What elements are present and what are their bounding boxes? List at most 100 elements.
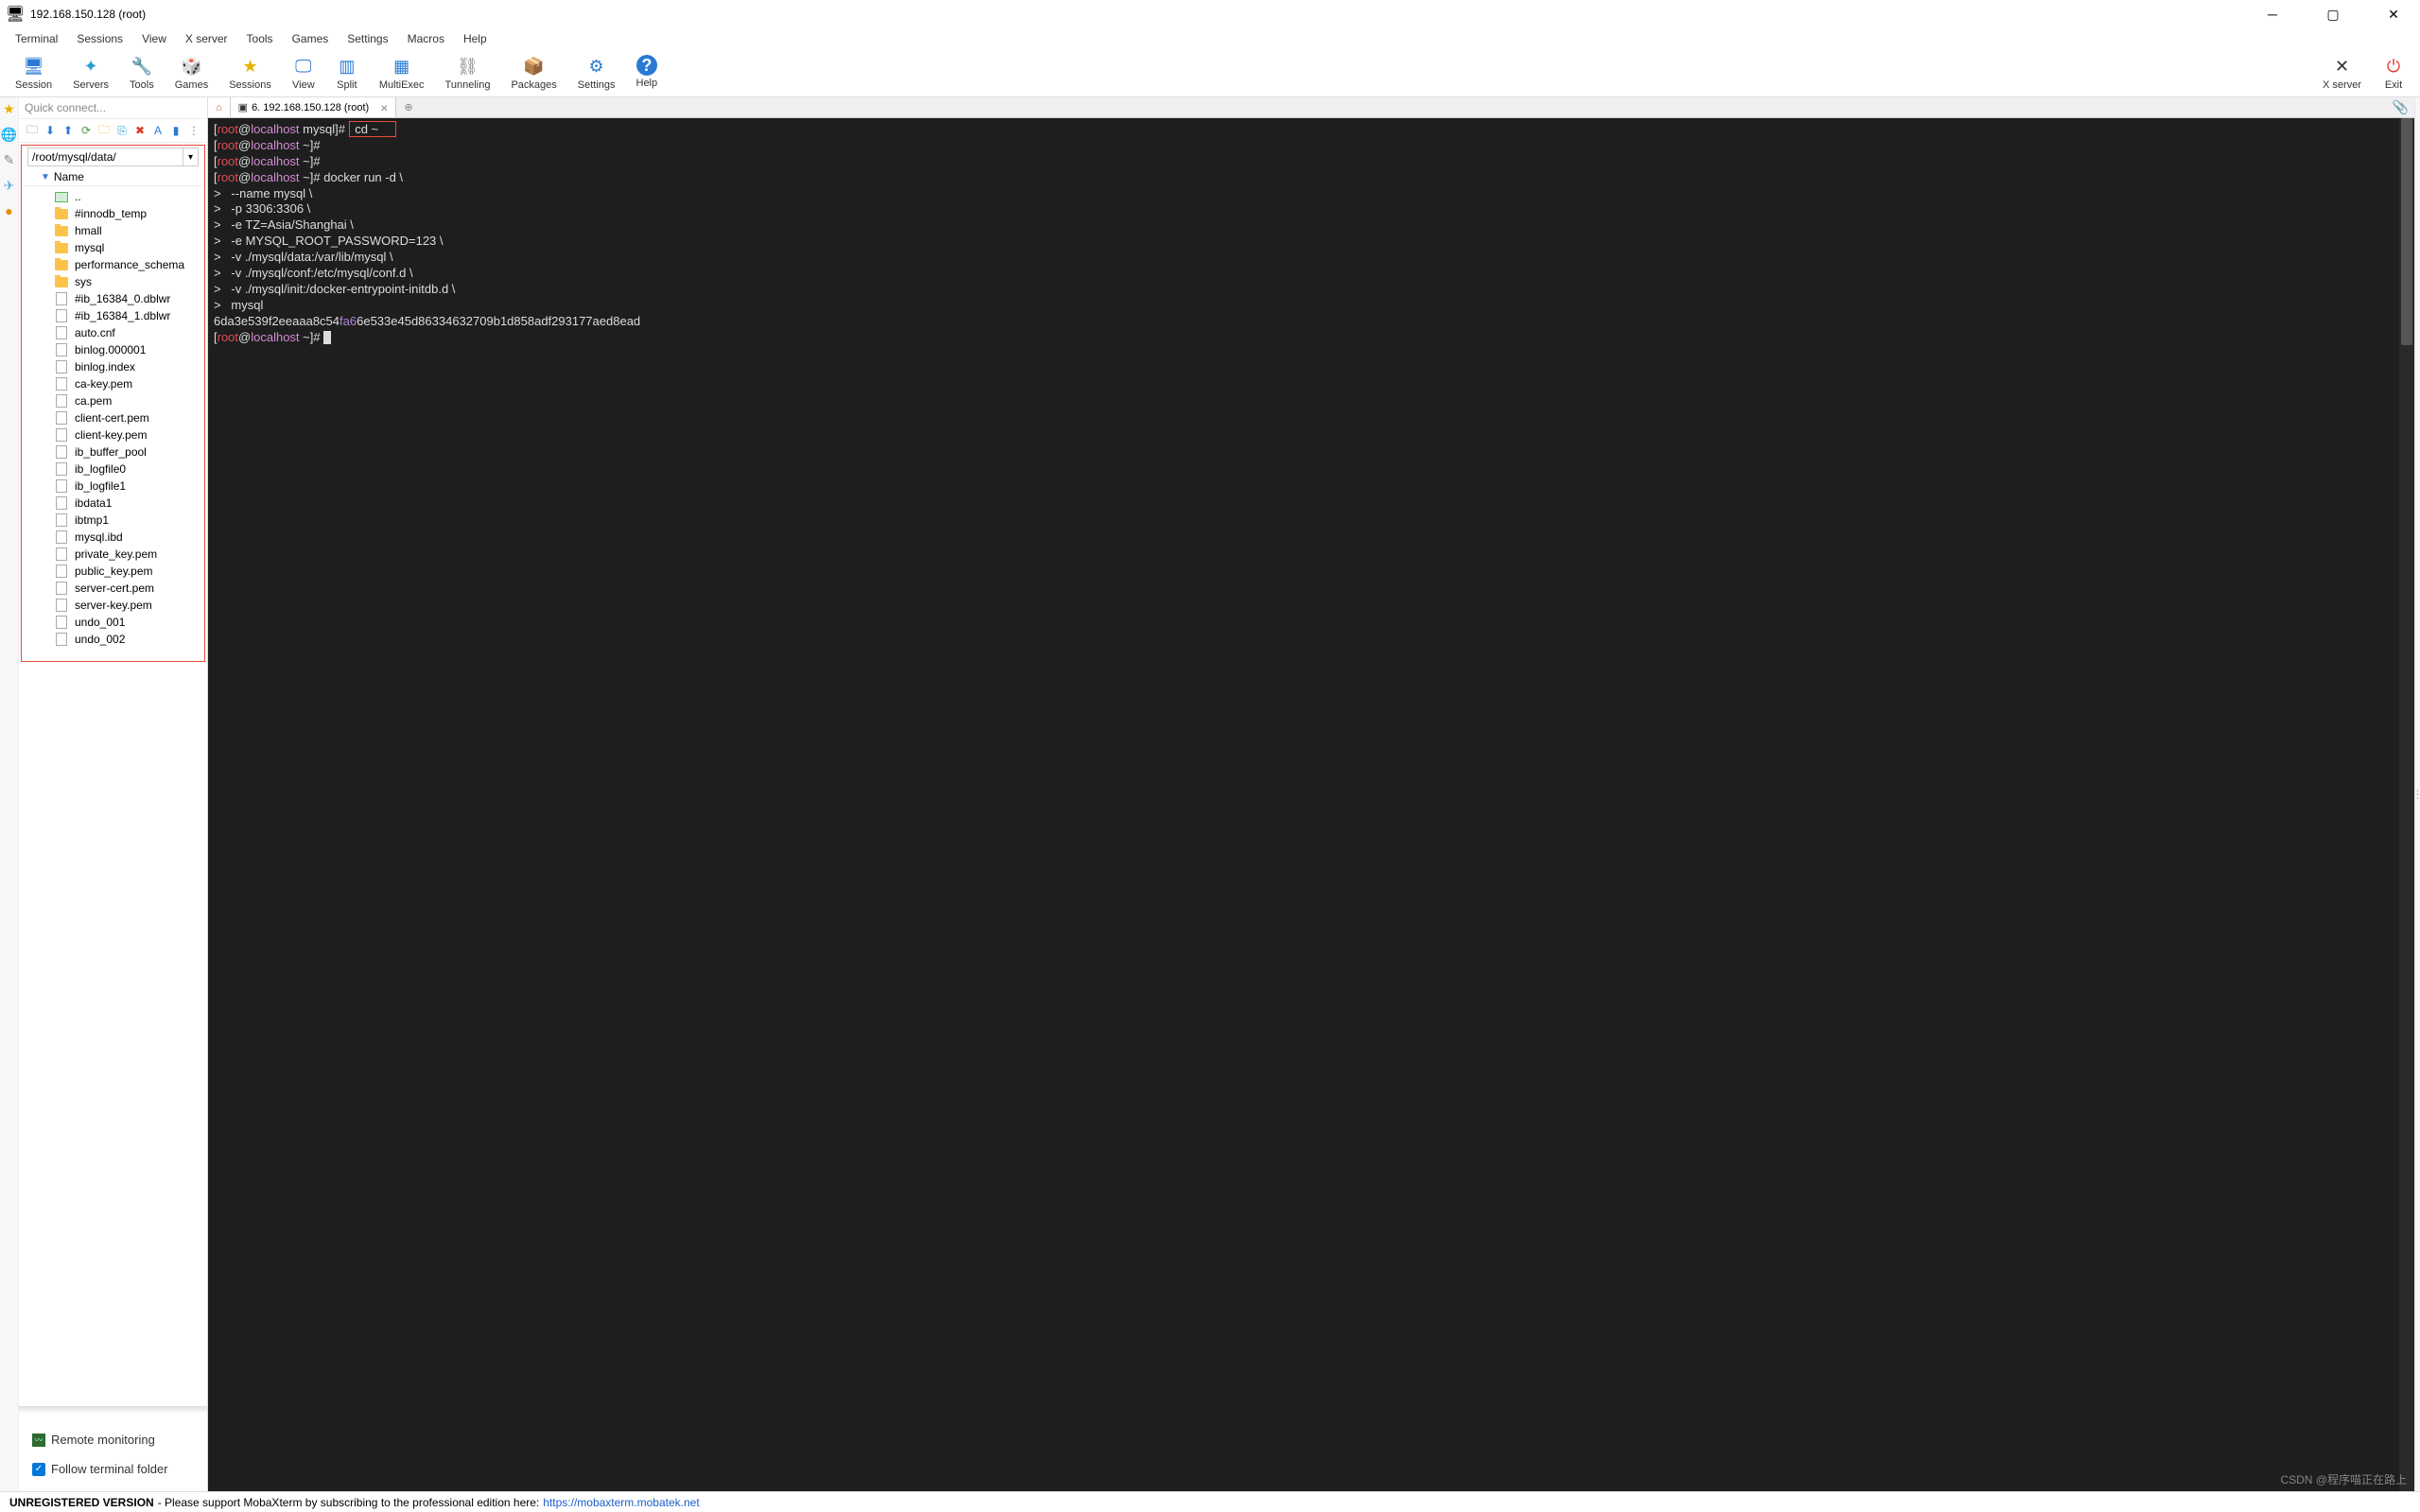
terminal-scrollbar[interactable] <box>2399 118 2414 1491</box>
toolbar-view[interactable]: 🖵View <box>283 53 324 93</box>
menu-view[interactable]: View <box>132 30 176 47</box>
toolbar-split[interactable]: ▥Split <box>326 53 368 93</box>
tree-item[interactable]: sys <box>22 273 204 290</box>
tree-item[interactable]: mysql <box>22 239 204 256</box>
menu-games[interactable]: Games <box>283 30 339 47</box>
tree-item-label: ib_logfile1 <box>75 479 126 493</box>
tree-item-label: ib_logfile0 <box>75 462 126 476</box>
tree-item[interactable]: #innodb_temp <box>22 205 204 222</box>
title-bar: 🖥 192.168.150.128 (root) ─ ▢ ✕ <box>0 0 2420 28</box>
tree-item[interactable]: hmall <box>22 222 204 239</box>
tree-item[interactable]: ib_logfile1 <box>22 478 204 495</box>
checkbox-checked-icon[interactable]: ✓ <box>32 1463 45 1476</box>
tree-item[interactable]: server-key.pem <box>22 597 204 614</box>
menu-x-server[interactable]: X server <box>176 30 237 47</box>
tree-item[interactable]: ib_logfile0 <box>22 461 204 478</box>
tree-item[interactable]: #ib_16384_0.dblwr <box>22 290 204 307</box>
toolbar-sessions[interactable]: ★Sessions <box>219 53 281 93</box>
file-icon <box>54 462 69 476</box>
close-button[interactable]: ✕ <box>2375 7 2412 23</box>
delete-icon[interactable]: ✖ <box>132 123 148 138</box>
tree-item[interactable]: auto.cnf <box>22 324 204 341</box>
sessions-icon: ★ <box>239 55 262 78</box>
menu-terminal[interactable]: Terminal <box>6 30 67 47</box>
path-dropdown-icon[interactable]: ▾ <box>183 148 199 166</box>
tree-item[interactable]: undo_002 <box>22 631 204 648</box>
tree-item[interactable]: public_key.pem <box>22 563 204 580</box>
toolbar: 🖥Session✦Servers🔧Tools🎲Games★Sessions🖵Vi… <box>0 49 2420 97</box>
tree-item[interactable]: undo_001 <box>22 614 204 631</box>
menu-settings[interactable]: Settings <box>338 30 397 47</box>
toolbar-tools[interactable]: 🔧Tools <box>120 53 164 93</box>
maximize-button[interactable]: ▢ <box>2314 7 2352 23</box>
tree-item[interactable]: ibtmp1 <box>22 512 204 529</box>
tools-icon[interactable]: ✎ <box>4 152 15 168</box>
toolbar-games[interactable]: 🎲Games <box>165 53 218 93</box>
new-folder-icon[interactable]: 🗀 <box>25 123 40 138</box>
quick-connect-input[interactable]: Quick connect... <box>19 97 207 119</box>
remote-monitoring-row[interactable]: 〰 Remote monitoring <box>28 1425 198 1454</box>
tree-item-label: #innodb_temp <box>75 207 147 220</box>
menu-tools[interactable]: Tools <box>237 30 283 47</box>
tree-item[interactable]: mysql.ibd <box>22 529 204 546</box>
tree-item[interactable]: ca.pem <box>22 392 204 409</box>
paperclip-icon[interactable]: 📎 <box>2393 99 2409 115</box>
tree-item[interactable]: private_key.pem <box>22 546 204 563</box>
follow-terminal-row[interactable]: ✓ Follow terminal folder <box>28 1454 198 1484</box>
tree-item[interactable]: performance_schema <box>22 256 204 273</box>
tree-item[interactable]: client-cert.pem <box>22 409 204 426</box>
games-icon: 🎲 <box>180 55 202 78</box>
send-icon[interactable]: ✈ <box>4 178 15 194</box>
phone-icon[interactable]: ▮ <box>168 123 183 138</box>
menu-macros[interactable]: Macros <box>398 30 454 47</box>
upload-icon[interactable]: ⬆ <box>61 123 76 138</box>
tree-item-label: hmall <box>75 224 102 237</box>
minimize-button[interactable]: ─ <box>2254 7 2291 23</box>
folder-icon <box>54 224 69 237</box>
tree-item[interactable]: ibdata1 <box>22 495 204 512</box>
sidebar-divider <box>19 1406 207 1414</box>
toolbar-tunneling[interactable]: ⛓Tunneling <box>436 53 500 93</box>
tree-item[interactable]: .. <box>22 188 204 205</box>
file-icon <box>54 326 69 339</box>
session-tab[interactable]: ▣ 6. 192.168.150.128 (root) × <box>231 97 397 117</box>
star-icon[interactable]: ★ <box>3 101 15 117</box>
home-tab[interactable]: ⌂ <box>208 97 231 117</box>
tree-item[interactable]: ib_buffer_pool <box>22 443 204 461</box>
tree-item[interactable]: server-cert.pem <box>22 580 204 597</box>
tree-item-label: ibtmp1 <box>75 513 109 527</box>
toolbar-x server[interactable]: ✕X server <box>2313 53 2371 93</box>
tree-item[interactable]: #ib_16384_1.dblwr <box>22 307 204 324</box>
toolbar-packages[interactable]: 📦Packages <box>501 53 566 93</box>
tree-item-label: auto.cnf <box>75 326 115 339</box>
remote-monitoring-label: Remote monitoring <box>51 1433 155 1447</box>
globe-icon[interactable]: 🌐 <box>1 127 17 143</box>
text-icon[interactable]: A <box>150 123 165 138</box>
tree-item[interactable]: client-key.pem <box>22 426 204 443</box>
toolbar-settings[interactable]: ⚙Settings <box>568 53 625 93</box>
tree-header[interactable]: ▼ Name <box>22 168 204 186</box>
terminal-output[interactable]: [root@localhost mysql]# cd ~[root@localh… <box>208 118 2414 1491</box>
download-icon[interactable]: ⬇ <box>43 123 58 138</box>
toolbar-exit[interactable]: ⏻Exit <box>2373 53 2414 93</box>
more-icon[interactable]: ⋮ <box>186 123 201 138</box>
right-drag-handle[interactable] <box>2414 97 2420 1491</box>
tab-add-icon[interactable]: ⊕ <box>396 101 420 113</box>
toolbar-help[interactable]: ?Help <box>627 53 668 93</box>
tree-item[interactable]: ca-key.pem <box>22 375 204 392</box>
tree-item[interactable]: binlog.000001 <box>22 341 204 358</box>
status-link[interactable]: https://mobaxterm.mobatek.net <box>543 1496 699 1509</box>
menu-help[interactable]: Help <box>454 30 496 47</box>
menu-sessions[interactable]: Sessions <box>67 30 132 47</box>
path-input[interactable] <box>27 148 183 166</box>
copy-icon[interactable]: ⎘ <box>114 123 130 138</box>
dot-icon[interactable]: ● <box>5 203 12 218</box>
tab-close-icon[interactable]: × <box>380 100 388 115</box>
tree-item-label: binlog.index <box>75 360 135 374</box>
refresh-icon[interactable]: ⟳ <box>78 123 94 138</box>
create-folder-icon[interactable]: 🗀 <box>96 123 112 138</box>
toolbar-multiexec[interactable]: ▦MultiExec <box>370 53 434 93</box>
tree-item[interactable]: binlog.index <box>22 358 204 375</box>
toolbar-servers[interactable]: ✦Servers <box>63 53 118 93</box>
toolbar-session[interactable]: 🖥Session <box>6 53 61 93</box>
